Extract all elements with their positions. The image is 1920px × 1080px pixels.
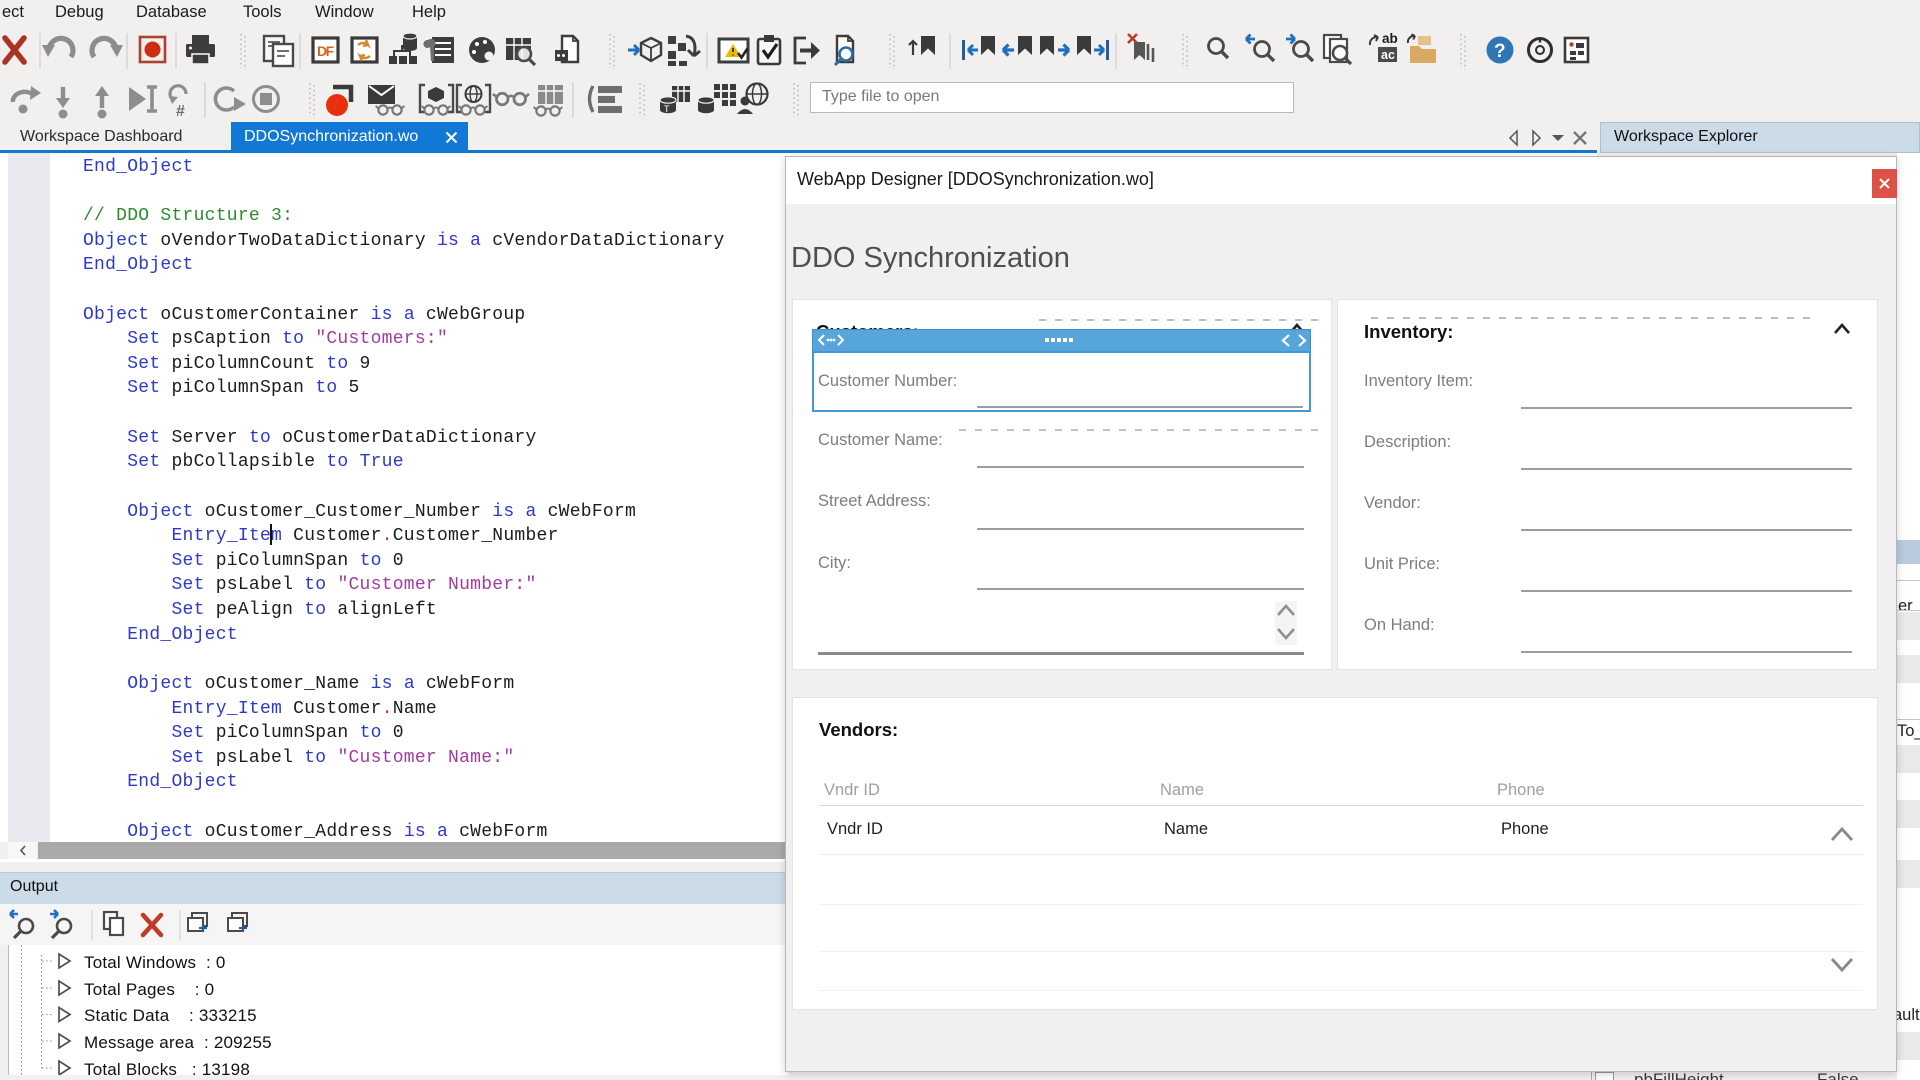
svg-text:DF: DF — [317, 43, 335, 59]
svg-text:T: T — [664, 104, 670, 114]
svg-text:#: # — [176, 103, 185, 120]
svg-text:ab: ab — [1382, 31, 1398, 46]
svg-text:ac: ac — [1381, 48, 1395, 62]
svg-text:?: ? — [1494, 41, 1506, 62]
